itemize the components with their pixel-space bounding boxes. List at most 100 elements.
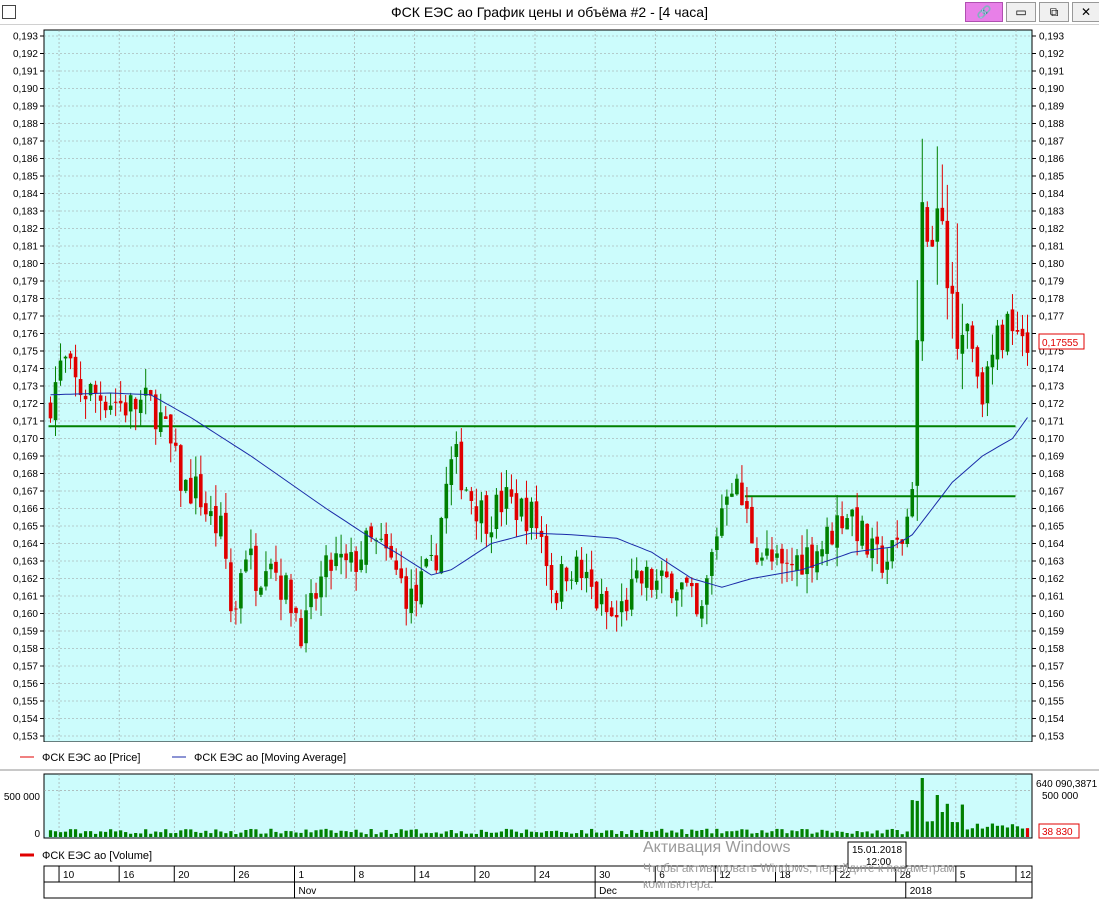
candle-body xyxy=(925,207,930,242)
candle-body xyxy=(254,545,258,591)
candle-body xyxy=(920,202,925,342)
volume-bar xyxy=(249,828,253,837)
link-button[interactable]: 🔗 xyxy=(965,2,1003,22)
volume-bar xyxy=(755,832,759,837)
candle-body xyxy=(519,498,524,517)
volume-bar xyxy=(144,829,148,837)
candle-body xyxy=(649,569,654,590)
candle-body xyxy=(294,607,298,613)
volume-bar xyxy=(359,832,363,837)
candle-body xyxy=(790,563,794,566)
price-tick-label-left: 0,162 xyxy=(13,574,38,585)
price-tick-label-left: 0,155 xyxy=(13,697,38,708)
price-tick-label-left: 0,168 xyxy=(13,469,38,480)
volume-bar xyxy=(554,830,559,837)
panel-splitter[interactable] xyxy=(0,769,1099,771)
x-day-label: 10 xyxy=(63,870,75,881)
candle-body xyxy=(644,566,649,588)
volume-bar xyxy=(900,834,904,837)
candle-body xyxy=(700,606,704,619)
volume-bar xyxy=(635,832,639,837)
price-tick-label-right: 0,184 xyxy=(1039,189,1064,200)
volume-bar xyxy=(715,828,719,837)
candle-body xyxy=(760,557,764,561)
volume-bar xyxy=(394,832,398,837)
volume-bar xyxy=(529,831,534,837)
volume-plot-area[interactable] xyxy=(43,773,1033,839)
volume-bar xyxy=(399,829,403,837)
volume-bar xyxy=(339,830,343,837)
volume-bar xyxy=(99,831,103,837)
candle-body xyxy=(975,347,980,377)
volume-bar xyxy=(610,830,614,837)
volume-bar xyxy=(730,831,734,837)
volume-bar xyxy=(590,828,594,837)
volume-bar xyxy=(504,828,509,837)
volume-bar xyxy=(945,803,949,837)
candle-body xyxy=(945,220,950,289)
volume-bar xyxy=(78,833,83,837)
candle-body xyxy=(639,571,644,584)
price-tick-label-right: 0,164 xyxy=(1039,539,1064,550)
volume-bar xyxy=(154,831,158,837)
volume-bar xyxy=(785,833,789,837)
volume-bar xyxy=(73,829,78,837)
candle-body xyxy=(244,559,248,572)
volume-bar xyxy=(765,832,769,837)
candle-body xyxy=(359,559,363,571)
price-tick-label-left: 0,169 xyxy=(13,452,38,463)
volume-bar xyxy=(569,833,574,837)
price-tick-label-left: 0,175 xyxy=(13,347,38,358)
price-tick-label-left: 0,170 xyxy=(13,434,38,445)
volume-bar xyxy=(850,833,854,837)
candle-body xyxy=(344,553,348,561)
candle-body xyxy=(128,395,133,412)
price-tick-label-left: 0,156 xyxy=(13,679,38,690)
volume-bar xyxy=(975,823,979,837)
volume-bar xyxy=(489,832,494,837)
minimize-button[interactable]: ▭ xyxy=(1006,2,1036,22)
candle-body xyxy=(810,544,814,568)
price-tick-label-right: 0,173 xyxy=(1039,382,1064,393)
volume-bar xyxy=(905,831,909,837)
volume-bar xyxy=(640,829,644,837)
candle-body xyxy=(1000,324,1005,351)
price-tick-label-left: 0,160 xyxy=(13,609,38,620)
volume-bar xyxy=(129,833,133,837)
x-axis-months[interactable] xyxy=(43,881,1033,899)
candle-body xyxy=(499,490,504,513)
candle-body xyxy=(955,291,960,349)
volume-bar xyxy=(279,833,283,837)
price-tick-label-left: 0,172 xyxy=(13,399,38,410)
price-tick-label-left: 0,171 xyxy=(13,417,38,428)
candle-body xyxy=(123,402,128,416)
price-tick-label-left: 0,183 xyxy=(13,207,38,218)
restore-button[interactable]: ⧉ xyxy=(1039,2,1069,22)
candle-body xyxy=(209,511,213,517)
candle-body xyxy=(183,479,188,491)
last-price-tag: 0,17555 xyxy=(1038,333,1085,350)
x-day-label: 30 xyxy=(599,870,611,881)
volume-bar xyxy=(519,833,524,837)
candle-body xyxy=(459,441,464,491)
volume-bar xyxy=(269,828,273,837)
price-tick-label-left: 0,180 xyxy=(13,259,38,270)
price-tick-label-right: 0,169 xyxy=(1039,452,1064,463)
volume-bar xyxy=(53,831,58,837)
candle-body xyxy=(840,516,844,529)
candle-body xyxy=(544,535,549,567)
close-button[interactable]: ✕ xyxy=(1072,2,1099,22)
candle-body xyxy=(915,340,920,486)
volume-bar xyxy=(579,830,584,837)
volume-bar xyxy=(419,833,423,837)
candle-body xyxy=(669,573,674,599)
volume-bar xyxy=(384,829,388,837)
volume-bar xyxy=(254,829,258,837)
chart-canvas[interactable]: 0,193 0,192 0,191 0,190 0,189 0,188 0,187 0,186… xyxy=(0,24,1099,900)
volume-bar xyxy=(314,830,318,837)
volume-bar xyxy=(459,831,463,837)
price-tick-label-left: 0,161 xyxy=(13,592,38,603)
volume-bar xyxy=(349,832,353,837)
volume-bar xyxy=(805,829,809,837)
volume-bar xyxy=(940,812,944,837)
